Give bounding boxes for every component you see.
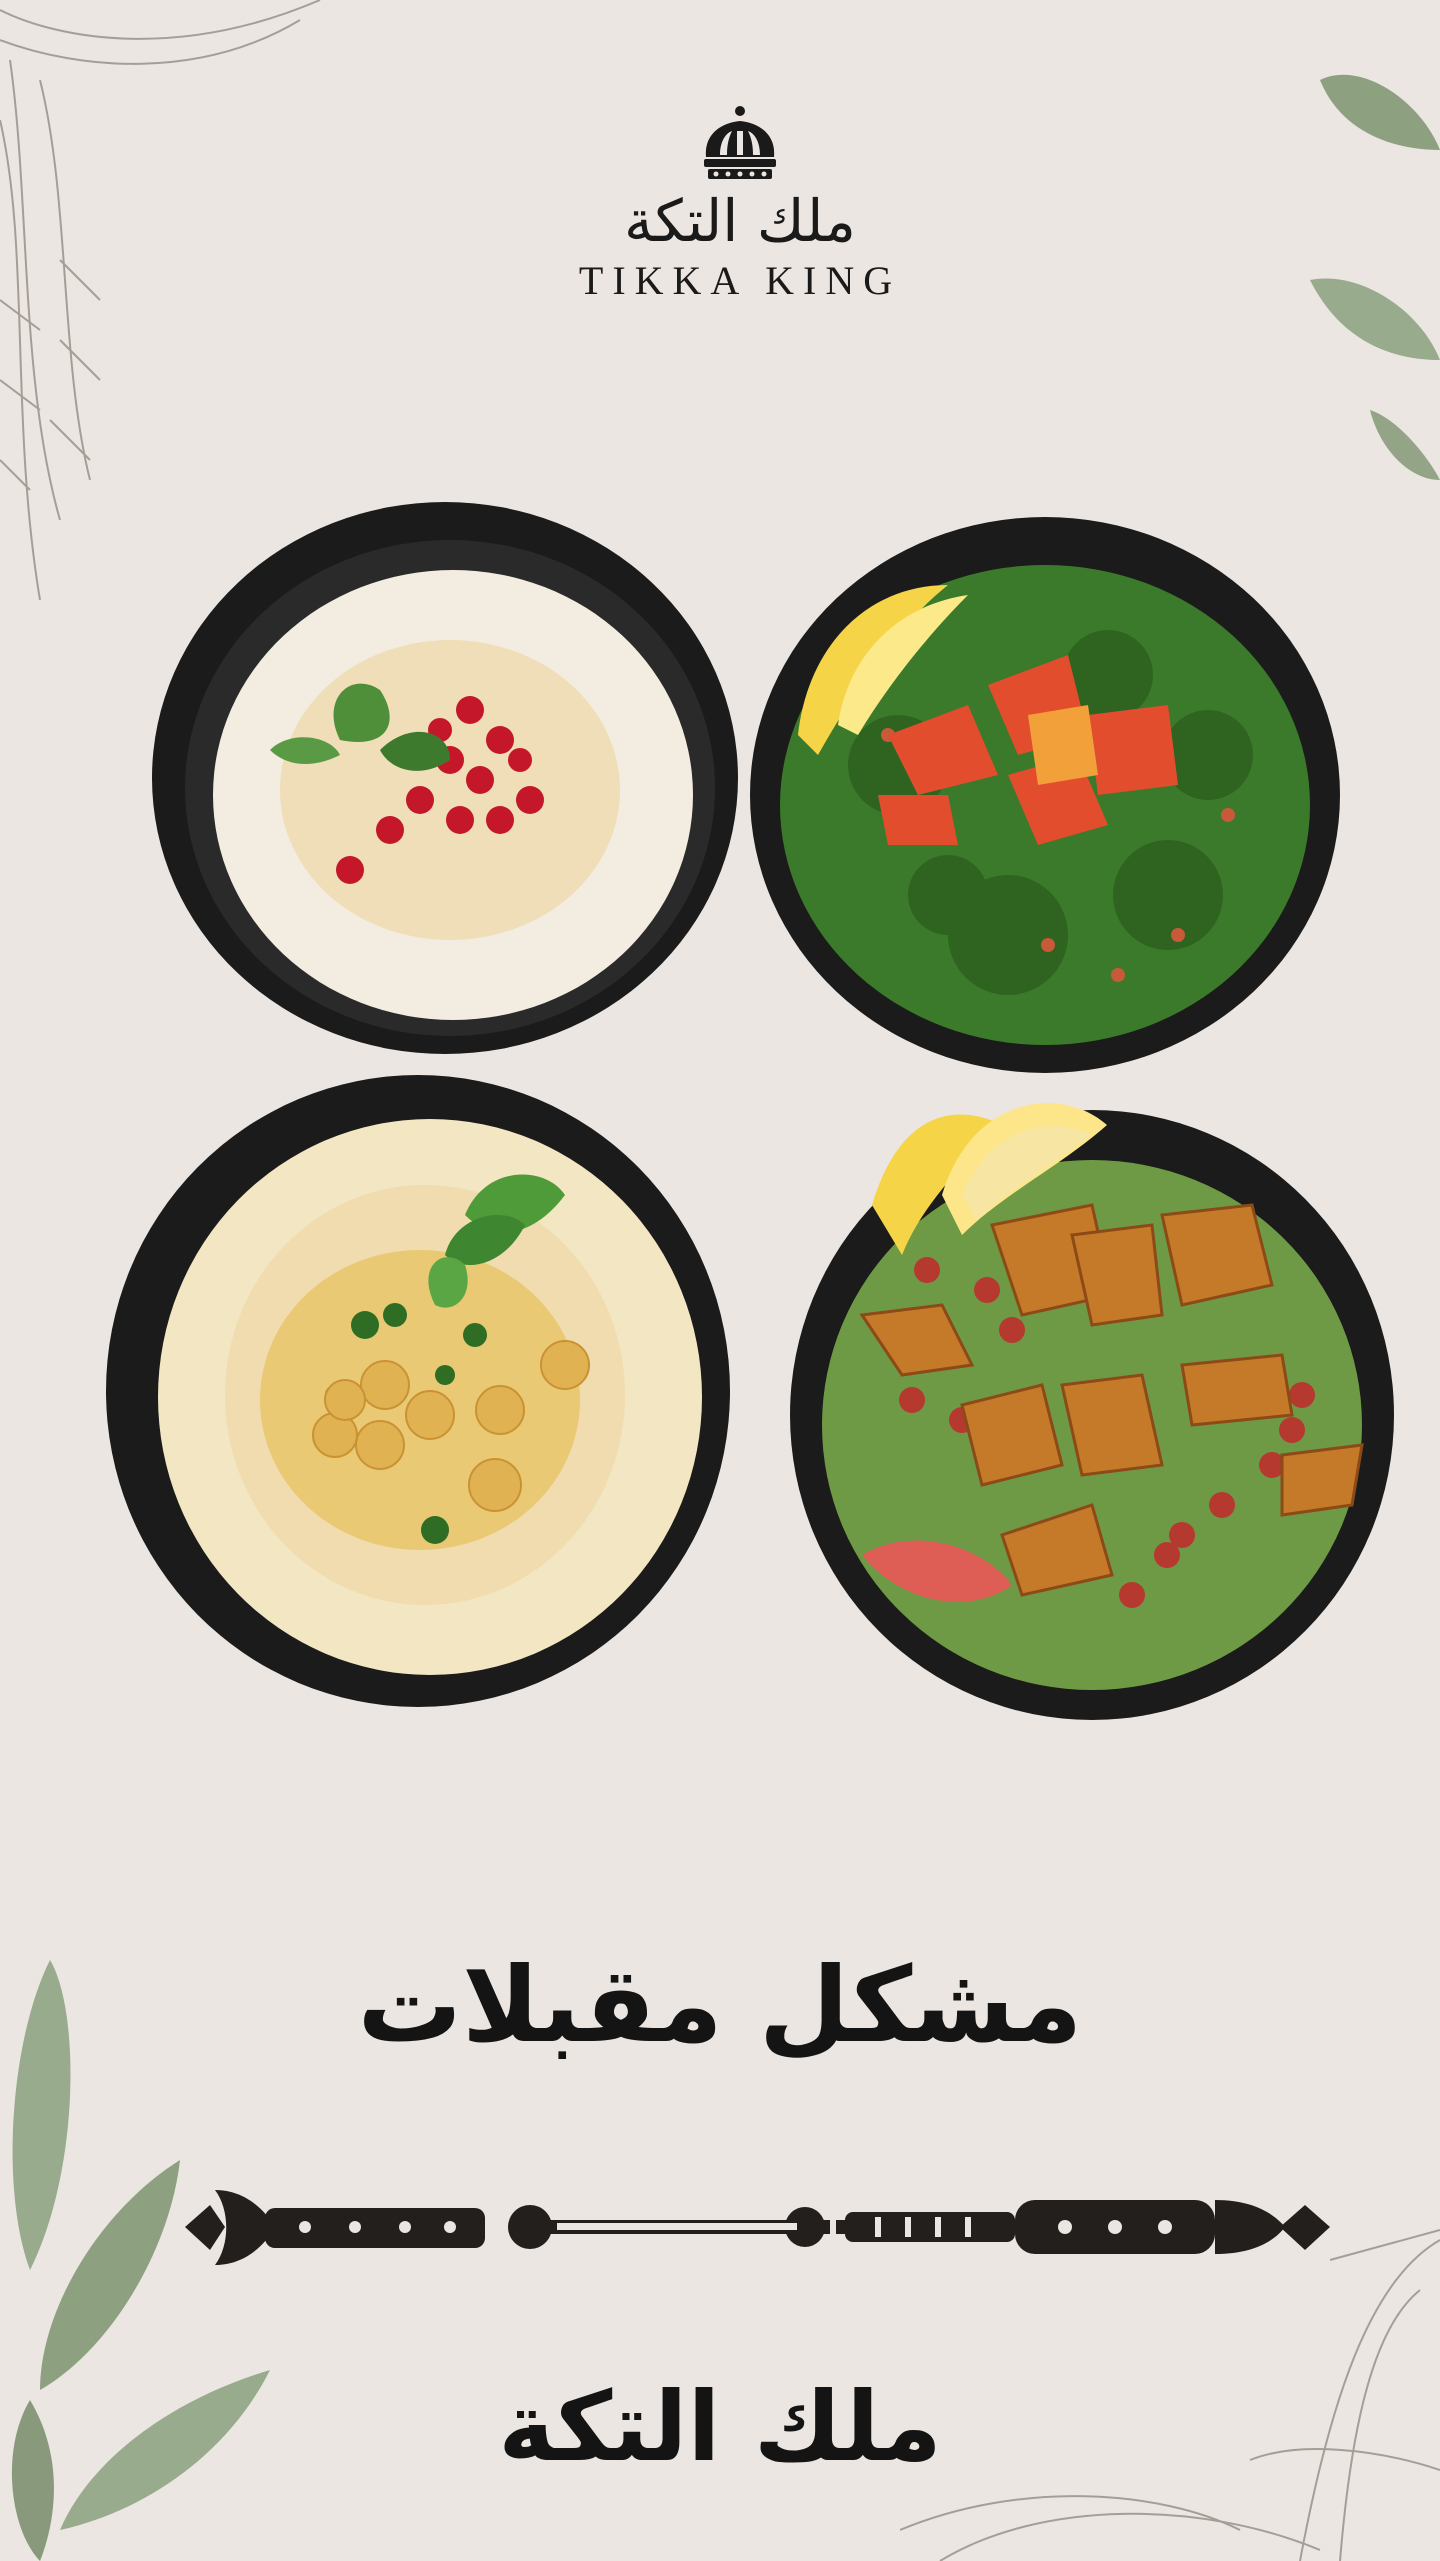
olive-leaf-decoration-top-right bbox=[1310, 74, 1440, 480]
brand-name-english: TIKKA KING bbox=[578, 258, 902, 303]
dish-tabbouleh bbox=[750, 517, 1340, 1073]
dish-mutabal bbox=[152, 502, 738, 1054]
dish-hummus bbox=[106, 1075, 730, 1707]
brand-logo: ملك التكة TIKKA KING bbox=[520, 105, 960, 335]
dish-fattoush bbox=[790, 1103, 1394, 1720]
footer-brand-name: ملك التكة bbox=[498, 2371, 942, 2483]
crown-icon bbox=[704, 106, 776, 179]
brand-name-arabic: ملك التكة bbox=[624, 187, 856, 255]
